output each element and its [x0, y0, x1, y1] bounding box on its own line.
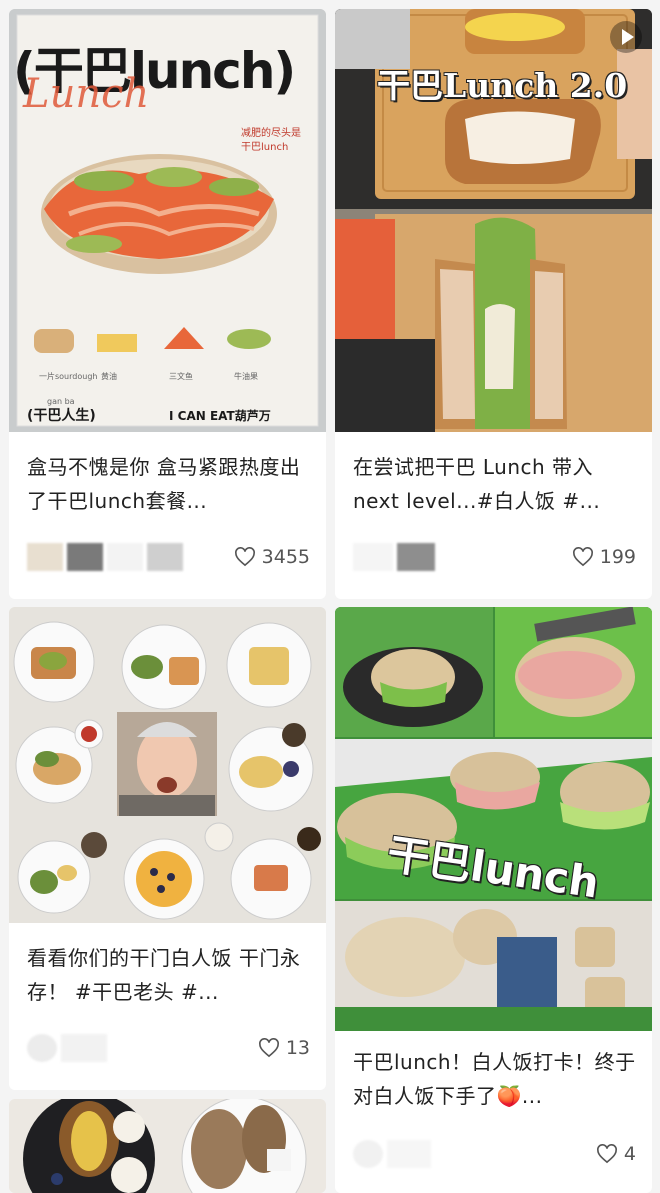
- note-cover-image[interactable]: [9, 607, 326, 923]
- note-cover-image[interactable]: 干巴Lunch 2.0: [335, 9, 652, 432]
- note-title[interactable]: 盒马不愧是你 盒马紧跟热度出了干巴lunch套餐...: [27, 450, 312, 518]
- author-avatar-blurred[interactable]: [27, 1034, 107, 1062]
- like-count: 199: [599, 546, 636, 568]
- note-cover-image[interactable]: [9, 1099, 326, 1193]
- breakfast-photo: [9, 1099, 326, 1193]
- note-cover-image[interactable]: 一片sourdough 黄油 三文鱼 牛油果 (干巴lunch) Lunch 减…: [9, 9, 326, 432]
- note-card-3[interactable]: 看看你们的干门白人饭 干门永存！ #干巴老头 #... 13: [9, 607, 326, 1090]
- poster-script-word: Lunch: [23, 71, 150, 117]
- poster-note: 减肥的尽头是干巴lunch: [241, 128, 301, 153]
- note-meta: 13: [27, 1032, 310, 1064]
- svg-text:黄油: 黄油: [101, 371, 117, 381]
- like-count: 4: [623, 1143, 636, 1165]
- svg-text:牛油果: 牛油果: [234, 371, 258, 381]
- like-count: 13: [285, 1037, 310, 1059]
- note-title[interactable]: 干巴lunch！白人饭打卡！终于对白人饭下手了🍑...: [353, 1045, 638, 1113]
- note-card-2[interactable]: 干巴Lunch 2.0 在尝试把干巴 Lunch 带入 next level..…: [335, 9, 652, 599]
- like-button[interactable]: 4: [596, 1143, 636, 1165]
- heart-outline-icon: [596, 1144, 617, 1164]
- note-card-1[interactable]: 一片sourdough 黄油 三文鱼 牛油果 (干巴lunch) Lunch 减…: [9, 9, 326, 599]
- note-meta: 199: [353, 541, 636, 573]
- note-card-4[interactable]: 干巴lunch 干巴lunch！白人饭打卡！终于对白人饭下手了🍑... 4: [335, 607, 652, 1193]
- svg-text:三文鱼: 三文鱼: [169, 371, 193, 381]
- like-button[interactable]: 13: [258, 1037, 310, 1059]
- note-cover-image[interactable]: 干巴lunch: [335, 607, 652, 1031]
- author-avatar-blurred[interactable]: [353, 543, 435, 571]
- poster-footer-right: I CAN EAT葫芦万: [169, 409, 271, 423]
- heart-outline-icon: [572, 547, 593, 567]
- sandwich-collage: [335, 607, 652, 1031]
- plates-collage: [9, 607, 326, 923]
- author-avatar-blurred[interactable]: [27, 543, 183, 571]
- like-count: 3455: [261, 546, 310, 568]
- like-button[interactable]: 199: [572, 546, 636, 568]
- svg-text:一片sourdough: 一片sourdough: [39, 371, 97, 381]
- note-meta: 4: [353, 1138, 636, 1170]
- like-button[interactable]: 3455: [234, 546, 310, 568]
- heart-outline-icon: [234, 547, 255, 567]
- note-title[interactable]: 看看你们的干门白人饭 干门永存！ #干巴老头 #...: [27, 941, 312, 1009]
- play-icon[interactable]: [610, 21, 642, 53]
- poster-footer-left: (干巴人生): [27, 408, 96, 424]
- note-meta: 3455: [27, 541, 310, 573]
- author-avatar-blurred[interactable]: [353, 1140, 431, 1168]
- note-title[interactable]: 在尝试把干巴 Lunch 带入 next level...#白人饭 #...: [353, 450, 638, 518]
- heart-outline-icon: [258, 1038, 279, 1058]
- cover-overlay-text: 干巴Lunch 2.0: [377, 66, 628, 105]
- note-card-5[interactable]: [9, 1099, 326, 1193]
- feed-grid: 一片sourdough 黄油 三文鱼 牛油果 (干巴lunch) Lunch 减…: [0, 0, 660, 1193]
